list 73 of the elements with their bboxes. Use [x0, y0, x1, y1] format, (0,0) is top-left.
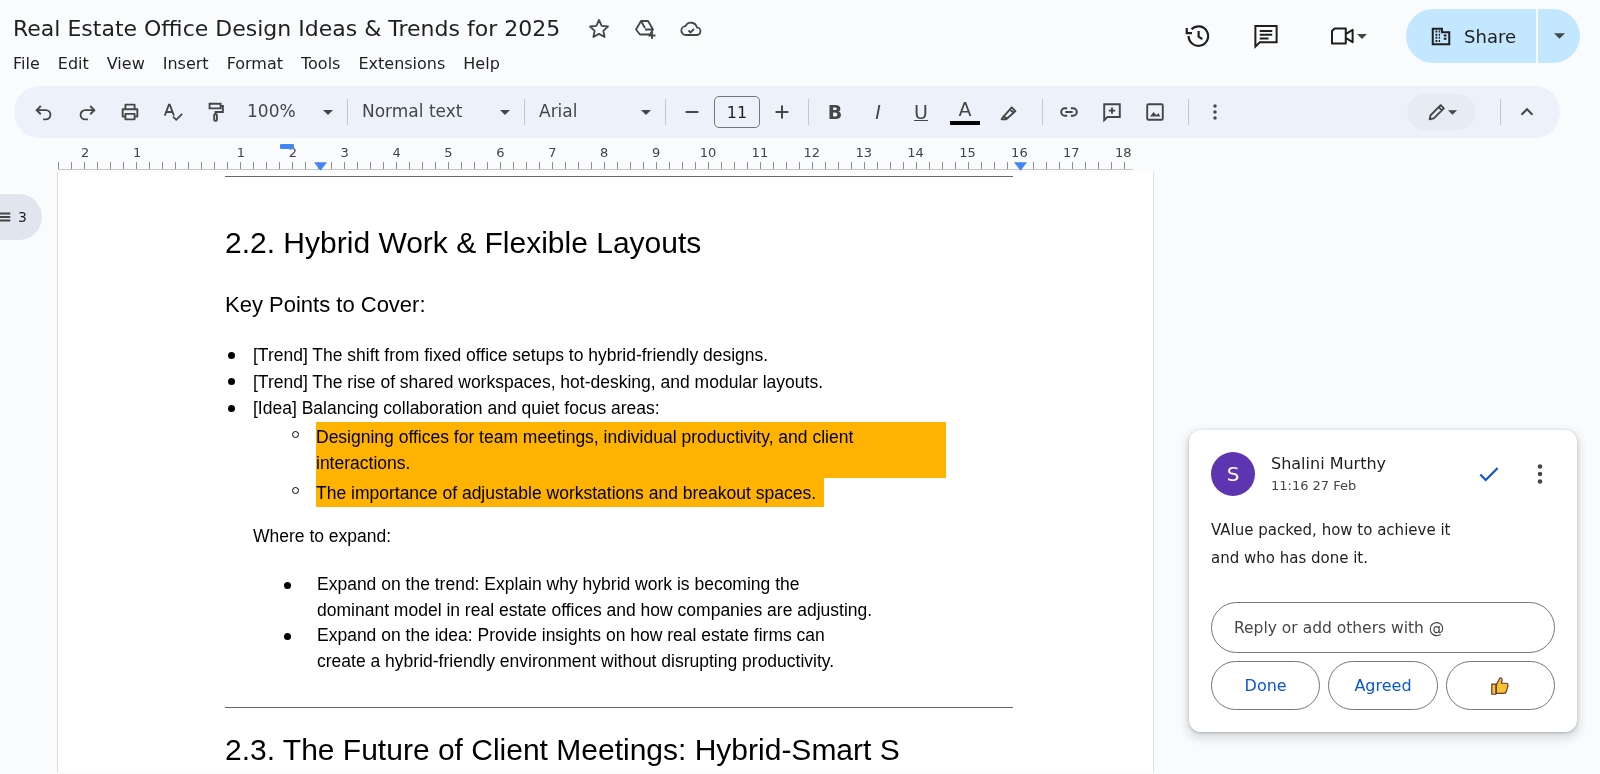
caret-icon [641, 109, 651, 115]
caret-icon [500, 109, 510, 115]
menu-item[interactable]: File [4, 50, 49, 78]
paragraph-label: Where to expand: [253, 525, 393, 549]
ruler-number: 14 [907, 145, 924, 160]
ruler-number: 17 [1063, 145, 1080, 160]
ruler-number: 2 [81, 145, 90, 160]
ruler-number: 1 [132, 145, 142, 160]
list-icon [0, 210, 12, 224]
ruler-number: 7 [548, 145, 557, 160]
bullet-icon [284, 632, 291, 640]
zoom-dropdown[interactable]: 100% [241, 94, 339, 130]
reaction-button[interactable]: Done [1211, 661, 1321, 710]
share-button[interactable]: Share [1406, 9, 1536, 63]
list-item-text: [Trend] The rise of shared workspaces, hot-desking, and modular layouts. [253, 371, 823, 392]
thumbs-up-icon [1489, 674, 1512, 697]
comment-time: 11:16 27 Feb [1271, 477, 1358, 496]
caret-icon [1553, 33, 1565, 39]
bullet-icon [228, 351, 235, 359]
menu-item[interactable]: Help [454, 50, 509, 78]
section-heading: 2.3. The Future of Client Meetings: Hybrid-Smart S [225, 734, 901, 767]
thumbs-up-button[interactable] [1445, 661, 1555, 710]
ruler-number: 16 [1011, 145, 1028, 160]
underline-button[interactable]: U [903, 94, 939, 130]
outline-button[interactable]: 3 [0, 194, 42, 240]
ruler-number: 9 [651, 145, 661, 160]
avatar: S [1211, 452, 1255, 496]
caret-icon [1357, 33, 1368, 39]
list-item-text: [Trend] The shift from fixed office setups to hybrid-friendly designs. [253, 345, 769, 366]
menu-item[interactable]: Tools [292, 50, 350, 78]
caret-icon [1447, 109, 1457, 115]
document-title[interactable]: Real Estate Office Design Ideas & Trends for 2025 [0, 4, 561, 44]
bullet-icon [228, 378, 235, 386]
caret-icon [323, 109, 333, 115]
font-dropdown[interactable]: Arial [533, 94, 657, 130]
menu-item[interactable]: Edit [48, 50, 98, 78]
reply-field[interactable]: Reply or add others with @ [1211, 602, 1555, 653]
menu-item[interactable]: Insert [153, 50, 218, 78]
text-color-button[interactable]: A [946, 94, 984, 130]
italic-button[interactable]: I [860, 94, 896, 130]
ruler-number: 1 [236, 145, 246, 160]
ruler-number: 6 [496, 145, 505, 160]
ruler-number: 13 [855, 145, 872, 160]
menu-item[interactable]: View [97, 50, 154, 78]
building-icon [1430, 25, 1453, 47]
comment-text: VAlue packed, how to achieve it and who has done it. [1211, 520, 1452, 569]
list-item-text: [Idea] Balancing collaboration and quiet focus areas: [253, 398, 660, 419]
menu-item[interactable]: Format [217, 50, 292, 78]
ruler-number: 11 [751, 145, 769, 160]
ruler-number: 5 [444, 145, 453, 160]
ruler-number: 18 [1114, 145, 1132, 160]
menu-item[interactable]: Extensions [349, 50, 455, 78]
ruler-number: 4 [392, 145, 401, 160]
font-size-field[interactable]: 11 [714, 96, 760, 128]
ruler-number: 3 [340, 145, 349, 160]
subheading: Key Points to Cover: [225, 292, 427, 319]
ruler-number: 8 [600, 145, 609, 160]
style-dropdown[interactable]: Normal text [356, 94, 516, 130]
ruler-number: 10 [699, 145, 717, 160]
indent-marker[interactable] [280, 144, 294, 149]
bullet-icon [228, 404, 235, 412]
list-item-text: Designing offices for team meetings, individual productivity, and client interactions. [316, 421, 946, 478]
bold-button[interactable]: B [817, 94, 853, 130]
ruler-number: 15 [959, 145, 976, 160]
list-item-text: The importance of adjustable workstations and breakout spaces. [316, 477, 824, 508]
bullet-icon [284, 581, 291, 589]
ruler-number: 12 [803, 145, 821, 160]
list-item-text: Expand on the idea: Provide insights on how real estate firms can create a hybrid-friendly environment without disrupting productivity. [317, 624, 835, 673]
comment-author: Shalini Murthy [1271, 453, 1387, 476]
list-item-text: Expand on the trend: Explain why hybrid work is becoming the dominant model in real estate offices and how companies are adjusting. [317, 573, 873, 622]
section-heading: 2.2. Hybrid Work & Flexible Layouts [225, 225, 703, 261]
editing-mode-button[interactable] [1407, 94, 1475, 130]
reaction-button[interactable]: Agreed [1328, 661, 1438, 710]
